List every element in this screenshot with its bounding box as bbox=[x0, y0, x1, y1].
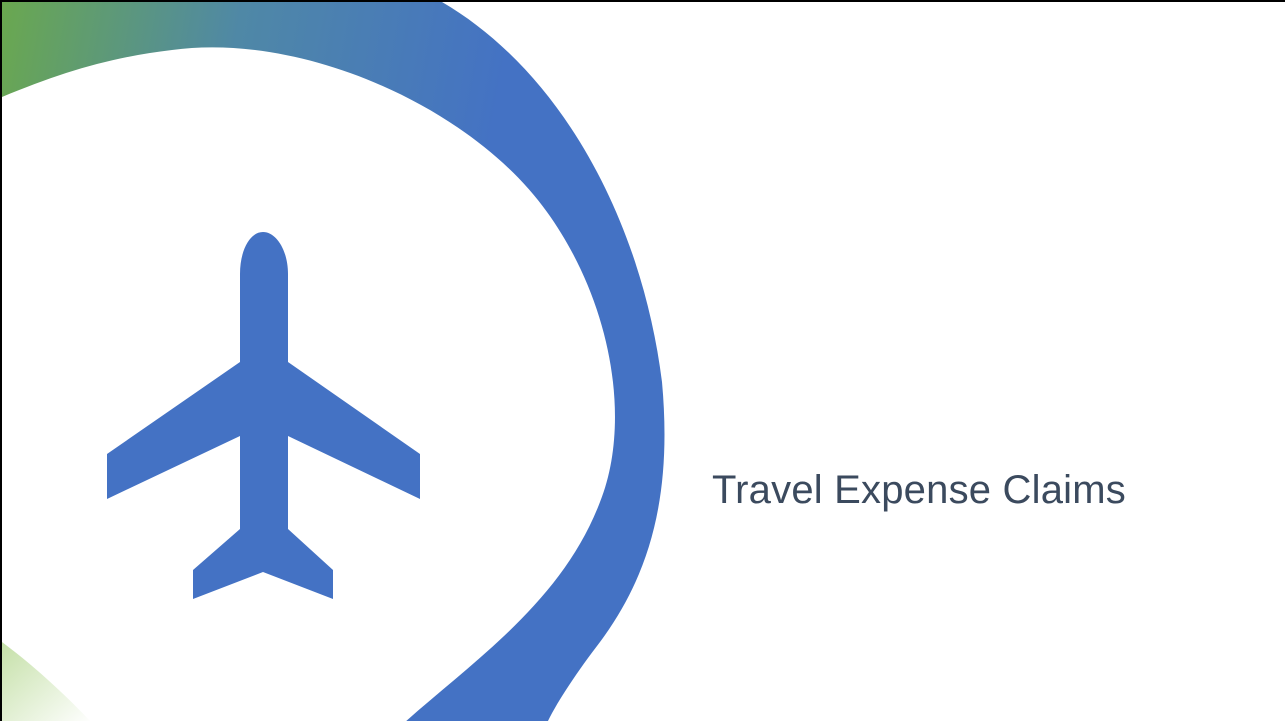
corner-accent bbox=[2, 642, 91, 721]
slide: Travel Expense Claims bbox=[0, 0, 1285, 721]
decorative-ring bbox=[2, 2, 665, 721]
airplane-icon bbox=[107, 232, 420, 599]
slide-title: Travel Expense Claims bbox=[712, 468, 1126, 512]
slide-artwork bbox=[2, 2, 665, 721]
